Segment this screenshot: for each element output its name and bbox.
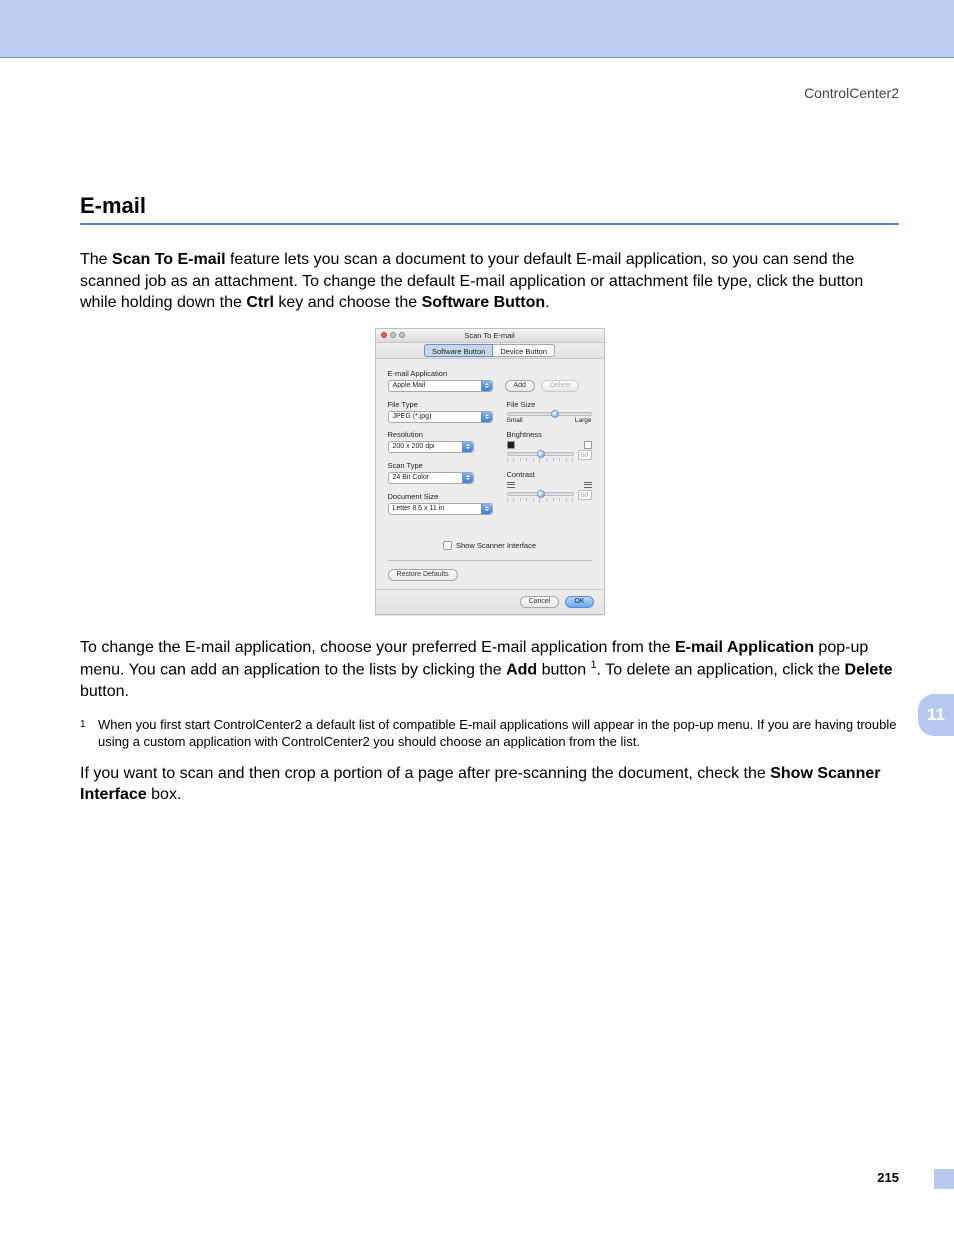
scan-type-select[interactable]: 24 Bit Color — [388, 472, 474, 484]
delete-button[interactable]: Delete — [541, 380, 579, 392]
brightness-slider[interactable] — [507, 452, 574, 456]
text: button. — [80, 683, 129, 700]
ok-button[interactable]: OK — [565, 596, 593, 608]
dark-icon — [507, 441, 515, 449]
dialog-footer: Cancel OK — [376, 589, 604, 614]
paragraph-3: If you want to scan and then crop a port… — [80, 763, 899, 806]
text: The — [80, 251, 112, 268]
file-type-select[interactable]: JPEG (*.jpg) — [388, 411, 493, 423]
bold-add: Add — [506, 662, 537, 679]
chapter-tab: 11 — [918, 694, 954, 736]
email-application-value: Apple Mail — [393, 382, 426, 389]
text: button — [537, 662, 590, 679]
label-file-size: File Size — [507, 400, 592, 409]
chevron-updown-icon — [462, 473, 473, 483]
bold-software-button: Software Button — [422, 294, 546, 311]
tab-strip: Software Button Device Button — [376, 343, 604, 359]
corner-accent — [934, 1169, 954, 1189]
contrast-slider[interactable] — [507, 492, 574, 496]
label-resolution: Resolution — [388, 430, 493, 439]
footnote-text: When you first start ControlCenter2 a de… — [98, 717, 899, 751]
dialog-screenshot: Scan To E-mail Software Button Device Bu… — [80, 328, 899, 615]
bold-scan-to-email: Scan To E-mail — [112, 251, 226, 268]
text: . To delete an application, click the — [597, 662, 845, 679]
footnote-1: 1 When you first start ControlCenter2 a … — [80, 717, 899, 751]
light-icon — [584, 441, 592, 449]
divider — [388, 560, 592, 561]
show-scanner-interface-checkbox[interactable] — [443, 541, 452, 550]
tab-device-button[interactable]: Device Button — [493, 344, 555, 357]
top-banner — [0, 0, 954, 58]
label-document-size: Document Size — [388, 492, 493, 501]
label-small: Small — [507, 417, 523, 424]
resolution-select[interactable]: 200 x 200 dpi — [388, 441, 474, 453]
dialog-body: E-mail Application Apple Mail Add Delete… — [376, 359, 604, 589]
low-contrast-icon — [507, 481, 515, 489]
label-scan-type: Scan Type — [388, 461, 493, 470]
cancel-button[interactable]: Cancel — [520, 596, 560, 608]
paragraph-1: The Scan To E-mail feature lets you scan… — [80, 249, 899, 314]
page-number: 215 — [877, 1170, 899, 1185]
footnote-number: 1 — [80, 717, 98, 730]
text: box. — [147, 786, 182, 803]
dialog-title: Scan To E-mail — [376, 331, 604, 340]
section-title: E-mail — [80, 193, 899, 225]
scan-type-value: 24 Bit Color — [393, 474, 430, 481]
bold-delete: Delete — [845, 662, 893, 679]
label-large: Large — [575, 417, 592, 424]
header-app-name: ControlCenter2 — [804, 85, 899, 101]
chevron-updown-icon — [481, 381, 492, 391]
label-contrast: Contrast — [507, 470, 592, 479]
chevron-updown-icon — [481, 412, 492, 422]
file-type-value: JPEG (*.jpg) — [393, 413, 432, 420]
text: key and choose the — [274, 294, 422, 311]
label-brightness: Brightness — [507, 430, 592, 439]
file-size-slider[interactable] — [507, 412, 592, 416]
contrast-value[interactable]: 50 — [578, 490, 592, 500]
text: If you want to scan and then crop a port… — [80, 765, 770, 782]
resolution-value: 200 x 200 dpi — [393, 443, 435, 450]
email-application-select[interactable]: Apple Mail — [388, 380, 493, 392]
brightness-value[interactable]: 50 — [578, 450, 592, 460]
label-email-application: E-mail Application — [388, 369, 592, 378]
high-contrast-icon — [584, 481, 592, 489]
add-button[interactable]: Add — [505, 380, 535, 392]
label-file-type: File Type — [388, 400, 493, 409]
document-size-select[interactable]: Letter 8.5 x 11 in — [388, 503, 493, 515]
label-show-scanner-interface: Show Scanner Interface — [456, 541, 536, 550]
bold-email-application: E-mail Application — [675, 639, 814, 656]
chevron-updown-icon — [481, 504, 492, 514]
page-content: E-mail The Scan To E-mail feature lets y… — [0, 58, 954, 806]
document-size-value: Letter 8.5 x 11 in — [393, 505, 445, 512]
scan-to-email-dialog: Scan To E-mail Software Button Device Bu… — [375, 328, 605, 615]
paragraph-2: To change the E-mail application, choose… — [80, 637, 899, 703]
titlebar: Scan To E-mail — [376, 329, 604, 343]
restore-defaults-button[interactable]: Restore Defaults — [388, 569, 458, 581]
text: To change the E-mail application, choose… — [80, 639, 675, 656]
chevron-updown-icon — [462, 442, 473, 452]
tab-software-button[interactable]: Software Button — [424, 344, 493, 357]
bold-ctrl: Ctrl — [246, 294, 274, 311]
text: . — [545, 294, 549, 311]
